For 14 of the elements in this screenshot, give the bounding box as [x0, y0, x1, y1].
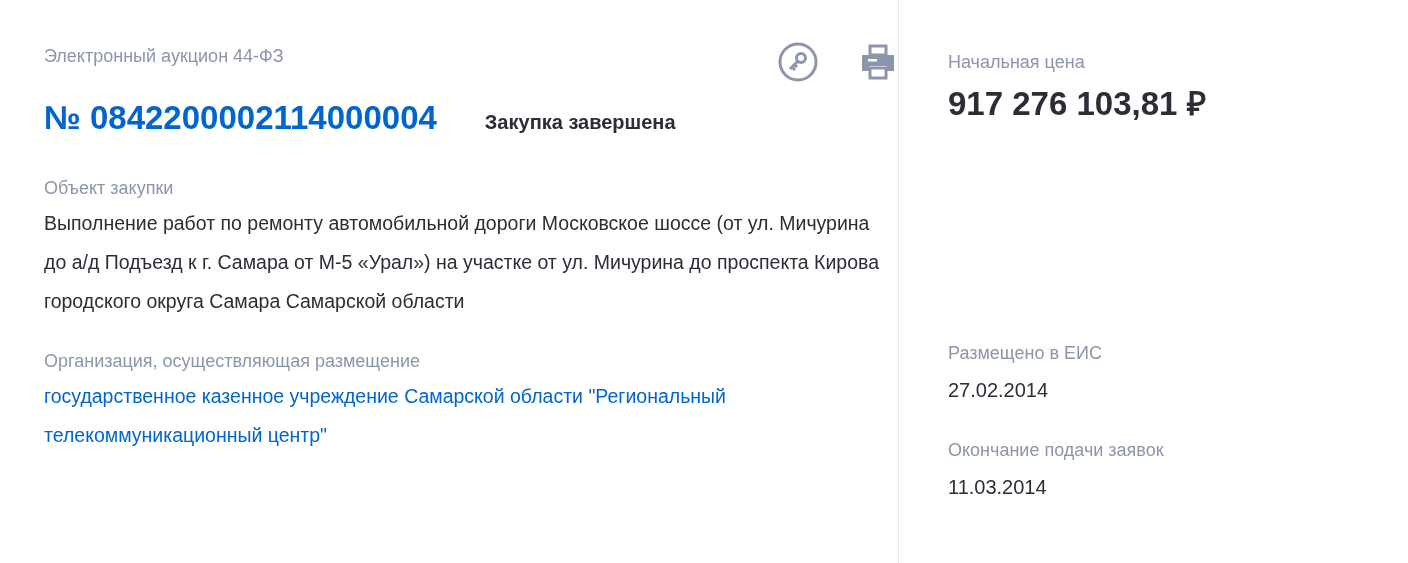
organization-label: Организация, осуществляющая размещение: [44, 350, 421, 373]
price-value: 917 276 103,81 ₽: [948, 84, 1206, 124]
organization-link[interactable]: государственное казенное учреждение Самарской области "Региональный телекоммуникационный центр": [44, 377, 844, 455]
procurement-status: Закупка завершена: [484, 111, 676, 134]
date-label: Окончание подачи заявок: [948, 439, 1165, 462]
date-value: 11.03.2014: [948, 475, 1048, 500]
object-description: Выполнение работ по ремонту автомобильной дороги Московское шоссе (от ул. Мичурина до а/д Подъезд к г. Самара от М-5 «Урал») на участке от ул. Мичурина до проспекта Кирова городского округа Самара Самарской области: [44, 211, 881, 314]
object-label: Объект закупки: [44, 177, 175, 200]
procurement-number-link[interactable]: № 0842200002114000004: [44, 98, 437, 138]
date-value: 27.02.2014: [948, 378, 1050, 403]
key-icon[interactable]: [778, 42, 818, 82]
date-label: Размещено в ЕИС: [948, 342, 1103, 365]
price-label: Начальная цена: [948, 51, 1086, 74]
procurement-type: Электронный аукцион 44-ФЗ: [44, 45, 284, 68]
